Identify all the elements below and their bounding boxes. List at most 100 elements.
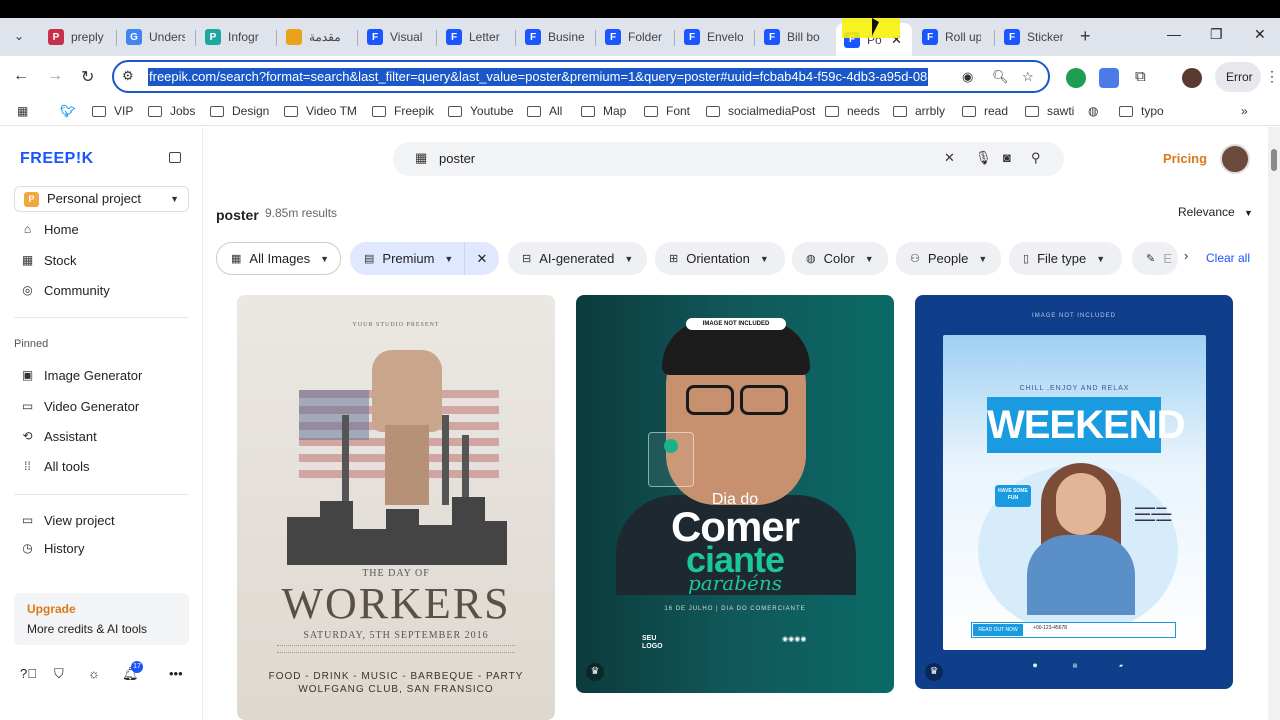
search-bar[interactable]: ▦ poster ✕ 🎙︎ ◙ ⚲ (393, 142, 1064, 176)
tab-search-chevron-icon[interactable]: ⌄ (8, 25, 30, 47)
browser-tab[interactable]: Ppreply (40, 23, 114, 51)
camera-search-icon[interactable]: ◙ (1003, 150, 1011, 165)
help-icon[interactable]: ?⃝ (20, 666, 37, 681)
nav-assistant[interactable]: ⟲ Assistant (20, 426, 96, 446)
pricing-link[interactable]: Pricing (1163, 151, 1207, 166)
browser-tab[interactable]: F Roll up (914, 23, 988, 51)
microphone-icon[interactable]: 🎙︎ (975, 150, 992, 166)
nav-stock[interactable]: ▦ Stock (20, 250, 77, 270)
more-icon[interactable]: ••• (169, 666, 183, 681)
result-card-weekend[interactable]: IMAGE NOT INCLUDED CHILL ,ENJOY AND RELA… (915, 295, 1233, 689)
theme-sun-icon[interactable]: ☼ (88, 666, 100, 681)
browser-tab[interactable]: F Visual (359, 23, 433, 51)
bookmark-folder[interactable]: Jobs (148, 104, 195, 118)
browser-tab[interactable]: G Unders (118, 23, 192, 51)
filter-ai-generated[interactable]: ⊟ AI-generated ▼ (508, 242, 647, 275)
clear-all-link[interactable]: Clear all (1206, 251, 1250, 265)
filter-file-type[interactable]: ▯ File type ▼ (1009, 242, 1122, 275)
project-selector[interactable]: P Personal project ▼ (14, 186, 189, 212)
search-type-grid-icon[interactable]: ▦ (415, 150, 427, 166)
browser-tab[interactable]: مقدمة (278, 23, 352, 51)
chevron-right-icon[interactable]: › (1184, 248, 1188, 263)
grammarly-extension-icon[interactable] (1066, 68, 1086, 88)
chevron-down-icon: ▼ (624, 253, 634, 264)
filter-all-images[interactable]: ▦ All Images ▼ (216, 242, 341, 275)
more-bookmarks-icon[interactable]: » (1241, 104, 1248, 118)
profile-avatar[interactable] (1182, 68, 1202, 88)
url-text[interactable]: freepik.com/search?format=search&last_fi… (148, 68, 929, 86)
filter-editable[interactable]: ✎ E (1132, 242, 1178, 275)
bookmark-folder[interactable]: needs (825, 104, 880, 118)
browser-tab[interactable]: F Sticker (996, 23, 1070, 51)
result-card-workers[interactable]: YOUR STUDIO PRESENT THE DAY OF WORKERS S… (237, 295, 555, 720)
restore-icon[interactable]: ❐ (1210, 26, 1223, 43)
bookmark-folder[interactable]: sawti (1025, 104, 1074, 118)
browser-menu-icon[interactable]: ⋮ (1265, 68, 1279, 85)
page-scrollbar[interactable] (1268, 127, 1280, 720)
reload-icon[interactable]: ↻ (81, 67, 94, 87)
new-tab-button[interactable]: + (1080, 26, 1091, 47)
bookmark-folder[interactable]: Freepik (372, 104, 434, 118)
nav-video-generator[interactable]: ▭ Video Generator (20, 396, 139, 416)
bookmark-folder[interactable]: Font (644, 104, 690, 118)
bookmark-star-icon[interactable]: ☆ (1022, 69, 1034, 85)
bookmark-folder[interactable]: Youtube (448, 104, 514, 118)
tab-favicon-icon: F (446, 29, 462, 45)
result-card-comerciante[interactable]: IMAGE NOT INCLUDED Dia do Comer ciante p… (576, 295, 894, 693)
nav-view-project[interactable]: ▭ View project (20, 510, 115, 530)
forward-icon[interactable]: → (47, 67, 63, 85)
tab-favicon-icon: P (48, 29, 64, 45)
clear-search-icon[interactable]: ✕ (944, 150, 955, 166)
nav-home[interactable]: ⌂ Home (20, 219, 79, 239)
scrollbar-thumb[interactable] (1271, 149, 1277, 171)
bookmark-folder[interactable]: Video TM (284, 104, 357, 118)
browser-tab[interactable]: F Letter (438, 23, 512, 51)
back-icon[interactable]: ← (13, 67, 29, 85)
address-bar[interactable]: ⚙ freepik.com/search?format=search&last_… (112, 60, 1050, 93)
upgrade-panel[interactable]: Upgrade More credits & AI tools (14, 593, 189, 645)
browser-tab[interactable]: F Folder (597, 23, 671, 51)
search-icon[interactable]: ⚲ (1031, 150, 1041, 166)
bookmark-folder[interactable]: VIP (92, 104, 133, 118)
bookmark-folder[interactable]: Map (581, 104, 626, 118)
filter-premium[interactable]: ▤ Premium ▼ (350, 242, 464, 275)
nav-community[interactable]: ◎ Community (20, 280, 110, 300)
globe-bookmark-icon[interactable]: ◍ (1088, 104, 1098, 118)
browser-tab[interactable]: F Bill bo (756, 23, 830, 51)
twitter-icon[interactable]: 🐦︎ (60, 104, 75, 118)
bookmark-label: socialmediaPost (728, 104, 816, 118)
bookmark-folder[interactable]: arrbly (893, 104, 945, 118)
minimize-icon[interactable]: — (1167, 26, 1181, 42)
extensions-puzzle-icon[interactable]: ⧉ (1135, 68, 1146, 85)
bookmark-label: Font (666, 104, 691, 118)
remove-premium-filter-icon[interactable]: ✕ (464, 242, 499, 275)
learn-icon[interactable]: ⛉ (54, 666, 64, 682)
translate-extension-icon[interactable] (1099, 68, 1119, 88)
user-avatar[interactable] (1220, 144, 1250, 174)
freepik-logo[interactable]: FREEP!K (20, 150, 94, 168)
bookmark-folder[interactable]: socialmediaPost (706, 104, 815, 118)
filter-orientation[interactable]: ⊞ Orientation ▼ (655, 242, 785, 275)
search-input[interactable]: poster (439, 151, 475, 166)
browser-tab[interactable]: P Infogr (197, 23, 271, 51)
close-window-icon[interactable]: ✕ (1254, 26, 1266, 43)
bookmark-folder[interactable]: typo (1119, 104, 1164, 118)
bookmark-folder[interactable]: All (527, 104, 562, 118)
filter-people[interactable]: ⚇ People ▼ (896, 242, 1001, 275)
nav-image-generator[interactable]: ▣ Image Generator (20, 365, 142, 385)
browser-tab[interactable]: F Envelo (676, 23, 750, 51)
site-settings-icon[interactable]: ⚙ (122, 68, 134, 84)
collapse-sidebar-icon[interactable] (169, 152, 181, 163)
tab-title: Busine (548, 30, 584, 44)
error-button[interactable]: Error (1215, 62, 1261, 92)
bookmark-folder[interactable]: Design (210, 104, 269, 118)
sort-dropdown[interactable]: Relevance ▼ (1178, 205, 1253, 219)
zoom-icon[interactable]: 🔍︎ (992, 69, 1009, 85)
lens-icon[interactable]: ◉ (962, 69, 973, 85)
apps-grid-icon[interactable]: ▦ (17, 104, 28, 118)
filter-color[interactable]: ◍ Color ▼ (792, 242, 888, 275)
browser-tab[interactable]: F Busine (517, 23, 591, 51)
nav-history[interactable]: ◷ History (20, 538, 84, 558)
nav-all-tools[interactable]: ⁞⁞ All tools (20, 456, 89, 476)
bookmark-folder[interactable]: read (962, 104, 1008, 118)
